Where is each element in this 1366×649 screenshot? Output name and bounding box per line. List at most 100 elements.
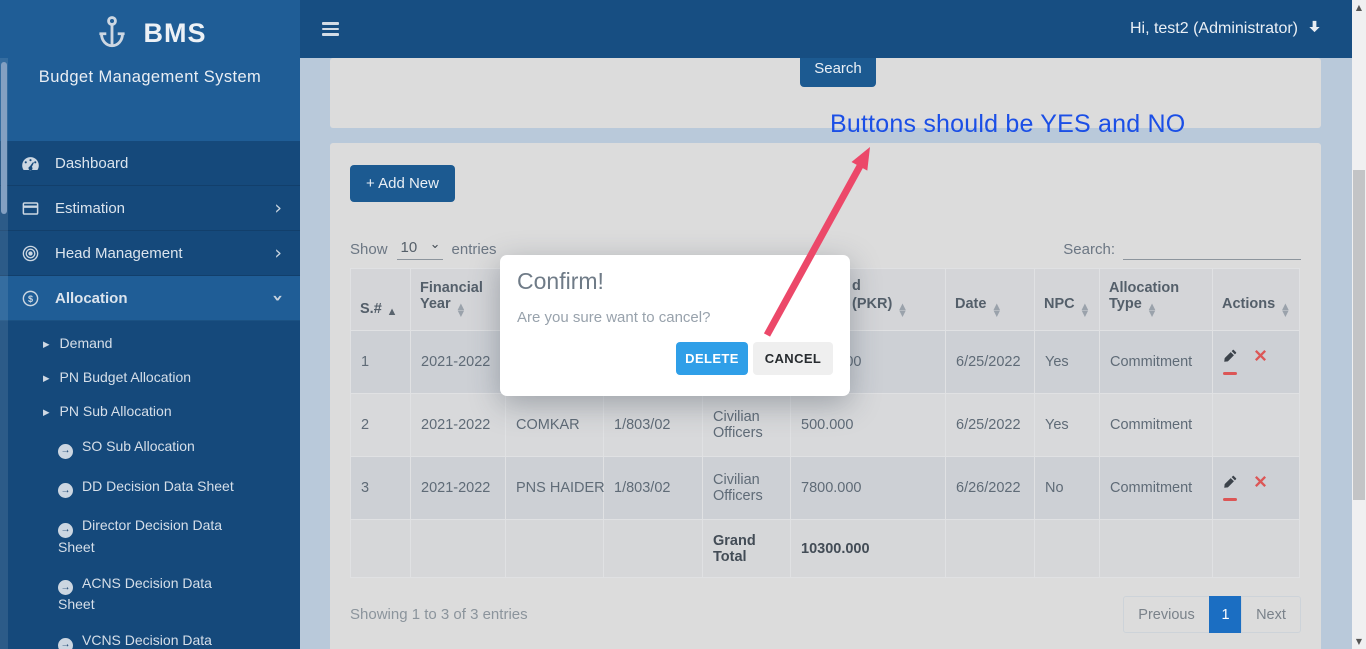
pagination: Previous 1 Next [1123, 596, 1301, 633]
caret-right-icon: ▶ [43, 373, 50, 383]
page-scrollbar[interactable]: ▲ ▼ [1352, 0, 1366, 649]
remove-icon[interactable] [1223, 497, 1237, 502]
sidebar-item-estimation[interactable]: Estimation › [0, 186, 300, 231]
sidebar-header: BMS Budget Management System [0, 0, 300, 141]
sort-icon: ▲ ▼ [899, 302, 906, 319]
arrow-circle-right-icon: → [58, 580, 73, 595]
sidebar-item-dashboard[interactable]: Dashboard [0, 141, 300, 186]
caret-right-icon: ▶ [43, 407, 50, 417]
table-footer: Showing 1 to 3 of 3 entries Previous 1 N… [350, 596, 1301, 633]
logo[interactable]: BMS [0, 0, 300, 53]
table-cell: 2021-2022 [410, 456, 506, 520]
table-cell: 500.000 [790, 393, 946, 457]
chevron-down-icon: › [267, 294, 290, 302]
sidebar-item-allocation[interactable]: $ Allocation › [0, 276, 300, 321]
submenu-item-label: Director Decision Data Sheet [58, 517, 223, 555]
table-cell: 2 [350, 393, 411, 457]
grand-total-label: Grand Total [702, 519, 791, 578]
table-cell: Commitment [1099, 456, 1213, 520]
delete-button[interactable]: DELETE [676, 342, 748, 375]
remove-icon[interactable] [1223, 371, 1237, 376]
scrollbar-thumb[interactable] [1353, 170, 1365, 500]
actions-cell [1212, 456, 1300, 520]
table-cell: 3 [350, 456, 411, 520]
grand-total-row: Grand Total 10300.000 [350, 519, 1300, 578]
delete-icon[interactable] [1255, 350, 1271, 362]
topbar: Hi, test2 (Administrator) [300, 0, 1352, 58]
page-1-button[interactable]: 1 [1209, 596, 1242, 633]
submenu-item-demand[interactable]: ▶ Demand [0, 326, 300, 360]
actions-cell [1212, 330, 1300, 394]
table-cell: Yes [1034, 393, 1100, 457]
table-cell: 7800.000 [790, 456, 946, 520]
submenu-item-vcns-decision-data-sheet[interactable]: → VCNS Decision Data Sheet [0, 622, 300, 649]
edit-icon[interactable] [1223, 349, 1239, 363]
sidebar-item-head-management[interactable]: Head Management › [0, 231, 300, 276]
hamburger-menu-icon[interactable] [322, 19, 339, 39]
edit-icon[interactable] [1223, 475, 1239, 489]
column-header-actions[interactable]: Actions ▲ ▼ [1212, 268, 1300, 331]
submenu-item-director-decision-data-sheet[interactable]: → Director Decision Data Sheet [0, 507, 300, 565]
sort-icon: ▲ ▼ [993, 302, 1000, 319]
sidebar-item-label: Head Management [55, 244, 183, 262]
table-cell: 6/25/2022 [945, 393, 1035, 457]
dollar-circle-icon: $ [21, 289, 42, 308]
search-button[interactable]: Search [800, 58, 876, 87]
dialog-title: Confirm! [517, 268, 604, 294]
bms-application: BMS Budget Management System Dashboard E… [0, 0, 1366, 649]
navy-crest-logo-icon [94, 13, 130, 53]
submenu-item-pn-sub-allocation[interactable]: ▶ PN Sub Allocation [0, 394, 300, 428]
sort-asc-icon: ▲ [388, 307, 396, 317]
table-row: 3 2021-2022 PNS HAIDER 1/803/02 Civilian… [350, 456, 1300, 520]
grand-total-value: 10300.000 [790, 519, 946, 578]
search-label: Search: [1063, 240, 1115, 258]
logo-text: BMS [143, 17, 207, 48]
sidebar-item-label: Allocation [55, 289, 128, 307]
column-header-npc[interactable]: NPC ▲ ▼ [1034, 268, 1100, 331]
sidebar-nav: Dashboard Estimation › Head Management ›… [0, 141, 300, 321]
sidebar: BMS Budget Management System Dashboard E… [0, 0, 300, 649]
entries-label: entries [451, 240, 497, 258]
submenu-item-dd-decision-data-sheet[interactable]: → DD Decision Data Sheet [0, 468, 300, 508]
table-cell: 6/26/2022 [945, 456, 1035, 520]
chevron-right-icon: › [274, 242, 282, 264]
page-size-select[interactable]: 10 [396, 238, 443, 260]
table-cell: 6/25/2022 [945, 330, 1035, 394]
sidebar-scrollbar-thumb[interactable] [1, 62, 7, 214]
table-cell: 1/803/02 [603, 456, 703, 520]
next-page-button[interactable]: Next [1241, 596, 1301, 633]
sort-icon: ▲ ▼ [1148, 302, 1156, 319]
column-header-allocation-type[interactable]: Allocation Type ▲ ▼ [1099, 268, 1213, 331]
column-header-financial-year[interactable]: Financial Year ▲ ▼ [410, 268, 506, 331]
table-search-input[interactable] [1123, 238, 1301, 260]
submenu-item-so-sub-allocation[interactable]: → SO Sub Allocation [0, 428, 300, 468]
submenu-item-pn-budget-allocation[interactable]: ▶ PN Budget Allocation [0, 360, 300, 394]
previous-page-button[interactable]: Previous [1123, 596, 1210, 633]
submenu-item-label: Demand [59, 335, 113, 351]
arrow-circle-right-icon: → [58, 522, 73, 538]
scroll-up-icon[interactable]: ▲ [1352, 3, 1366, 12]
submenu-item-label: ACNS Decision Data Sheet [58, 574, 212, 613]
scroll-down-icon[interactable]: ▼ [1352, 637, 1366, 646]
user-dropdown[interactable]: Hi, test2 (Administrator) [1130, 19, 1322, 39]
submenu-item-label: VCNS Decision Data Sheet [82, 632, 212, 648]
cancel-button[interactable]: CANCEL [753, 342, 833, 375]
column-header-date[interactable]: Date ▲ ▼ [945, 268, 1035, 331]
table-row: 2 2021-2022 COMKAR 1/803/02 Civilian Off… [350, 393, 1300, 457]
table-cell: COMKAR [505, 393, 604, 457]
submenu-item-acns-decision-data-sheet[interactable]: → ACNS Decision Data Sheet [0, 565, 300, 623]
dialog-message: Are you sure want to cancel? [517, 309, 711, 326]
submenu-item-label: DD Decision Data Sheet [82, 477, 234, 494]
add-new-button[interactable]: + Add New [350, 165, 455, 202]
table-cell: Commitment [1099, 330, 1213, 394]
delete-icon[interactable] [1255, 476, 1271, 488]
table-cell: 2021-2022 [410, 393, 506, 457]
table-cell: Commitment [1099, 393, 1213, 457]
chevron-right-icon: › [274, 197, 282, 219]
sidebar-item-label: Dashboard [55, 154, 129, 172]
column-header-sn[interactable]: S.# ▲ [350, 268, 411, 331]
table-cell: 2021-2022 [410, 330, 506, 394]
submenu-item-label: PN Sub Allocation [59, 403, 172, 419]
app-title: Budget Management System [38, 68, 262, 86]
table-cell: Civilian Officers [702, 393, 791, 457]
